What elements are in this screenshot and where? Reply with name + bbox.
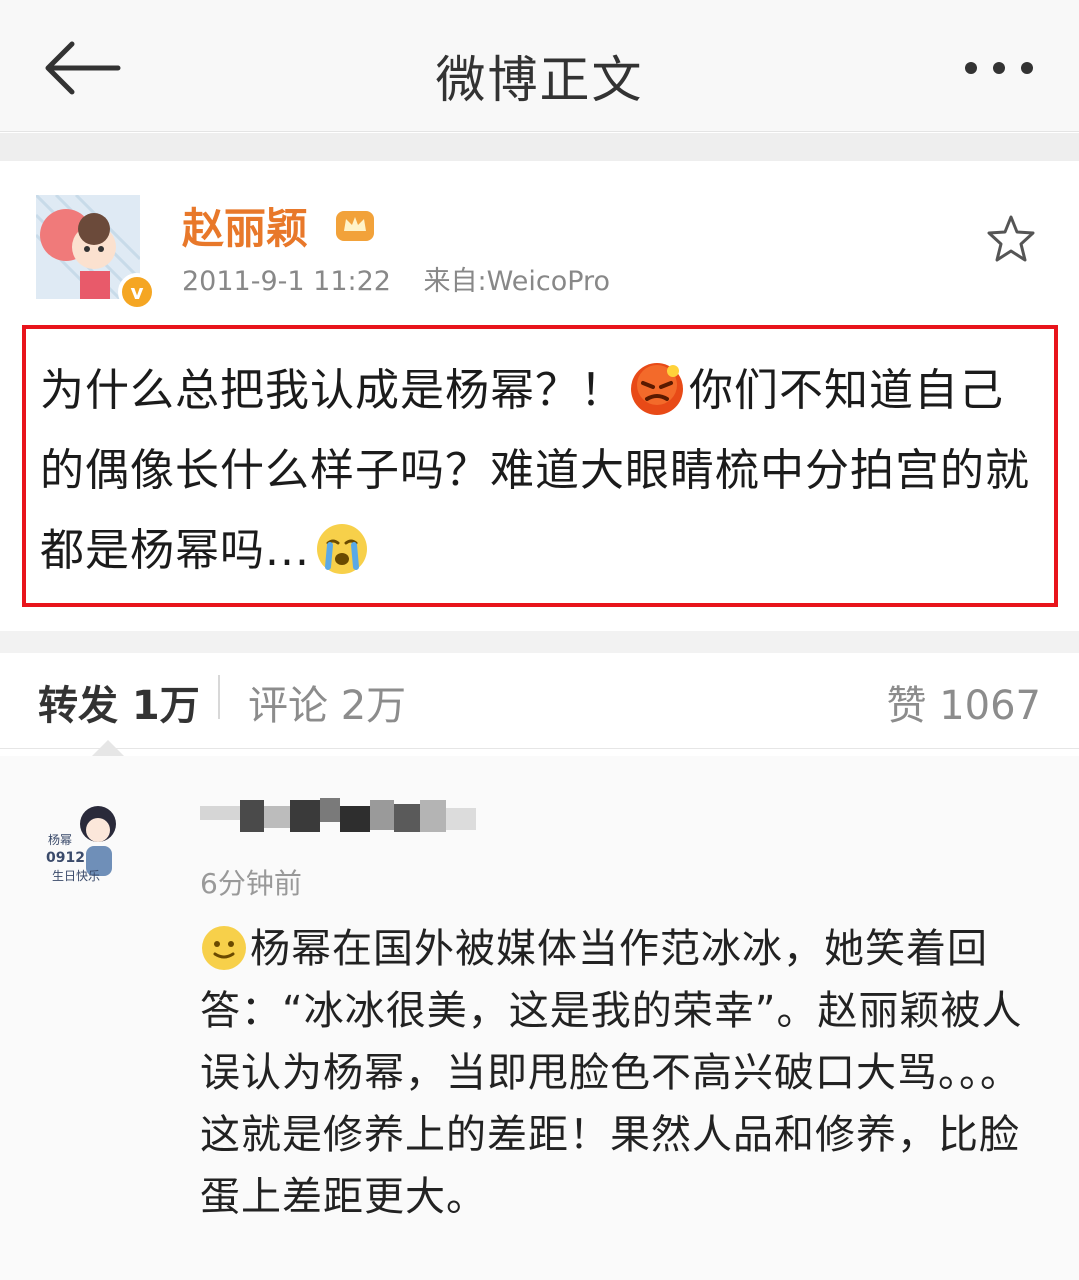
crying-emoji-icon <box>316 524 367 574</box>
stats-divider <box>218 675 220 719</box>
favorite-button[interactable] <box>983 211 1039 267</box>
author-name[interactable]: 赵丽颖 <box>182 195 308 256</box>
avatar-caption-2: 0912 <box>46 850 85 866</box>
angry-emoji-icon <box>631 363 683 415</box>
avatar-caption-1: 杨幂 <box>48 832 72 847</box>
verified-badge-icon: v <box>118 273 156 311</box>
vip-crown-icon <box>336 211 374 241</box>
avatar-caption-3: 生日快乐 <box>52 869 100 883</box>
active-tab-caret <box>92 740 124 756</box>
weibo-post: v 赵丽颖 2011-9-1 11:22 来自:WeicoPro 为什么总把我认… <box>0 161 1079 631</box>
post-source: 来自:WeicoPro <box>423 266 611 297</box>
post-text: 为什么总把我认成是杨幂？！ 你们不知道自己的偶像长什么样子吗？难道大眼睛梳中分拍… <box>40 351 1040 591</box>
star-icon <box>987 215 1035 262</box>
commenter-name-pixelated <box>200 798 476 832</box>
commenter-avatar[interactable]: 杨幂 0912 生日快乐 <box>40 794 140 894</box>
post-meta: 2011-9-1 11:22 来自:WeicoPro <box>182 259 634 298</box>
post-content-highlight: 为什么总把我认成是杨幂？！ 你们不知道自己的偶像长什么样子吗？难道大眼睛梳中分拍… <box>22 325 1058 607</box>
comment-text: 杨幂在国外被媒体当作范冰冰，她笑着回答：“冰冰很美，这是我的荣幸”。赵丽颖被人误… <box>200 918 1060 1228</box>
post-time: 2011-9-1 11:22 <box>182 266 391 297</box>
section-divider <box>0 133 1079 161</box>
top-navigation-bar: 微博正文 <box>0 0 1079 132</box>
section-divider <box>0 631 1079 653</box>
more-dots-icon <box>965 62 1033 74</box>
page-title: 微博正文 <box>435 51 644 109</box>
comment-time: 6分钟前 <box>200 867 302 900</box>
post-text-part-1: 为什么总把我认成是杨幂？！ <box>40 365 625 416</box>
more-options-button[interactable] <box>959 42 1039 94</box>
comment-text-body: 杨幂在国外被媒体当作范冰冰，她笑着回答：“冰冰很美，这是我的荣幸”。赵丽颖被人误… <box>200 926 1023 1220</box>
smile-emoji-icon <box>202 926 246 970</box>
tab-repost[interactable]: 转发 1万 <box>38 673 200 731</box>
tab-comments[interactable]: 评论 2万 <box>248 673 406 731</box>
tab-likes[interactable]: 赞 1067 <box>886 673 1041 731</box>
comment-item: 杨幂 0912 生日快乐 6分钟前 杨幂在国外被媒体当作范冰冰，她笑着回答：“冰… <box>0 756 1079 1280</box>
post-stats-bar: 转发 1万 评论 2万 赞 1067 <box>0 653 1079 749</box>
